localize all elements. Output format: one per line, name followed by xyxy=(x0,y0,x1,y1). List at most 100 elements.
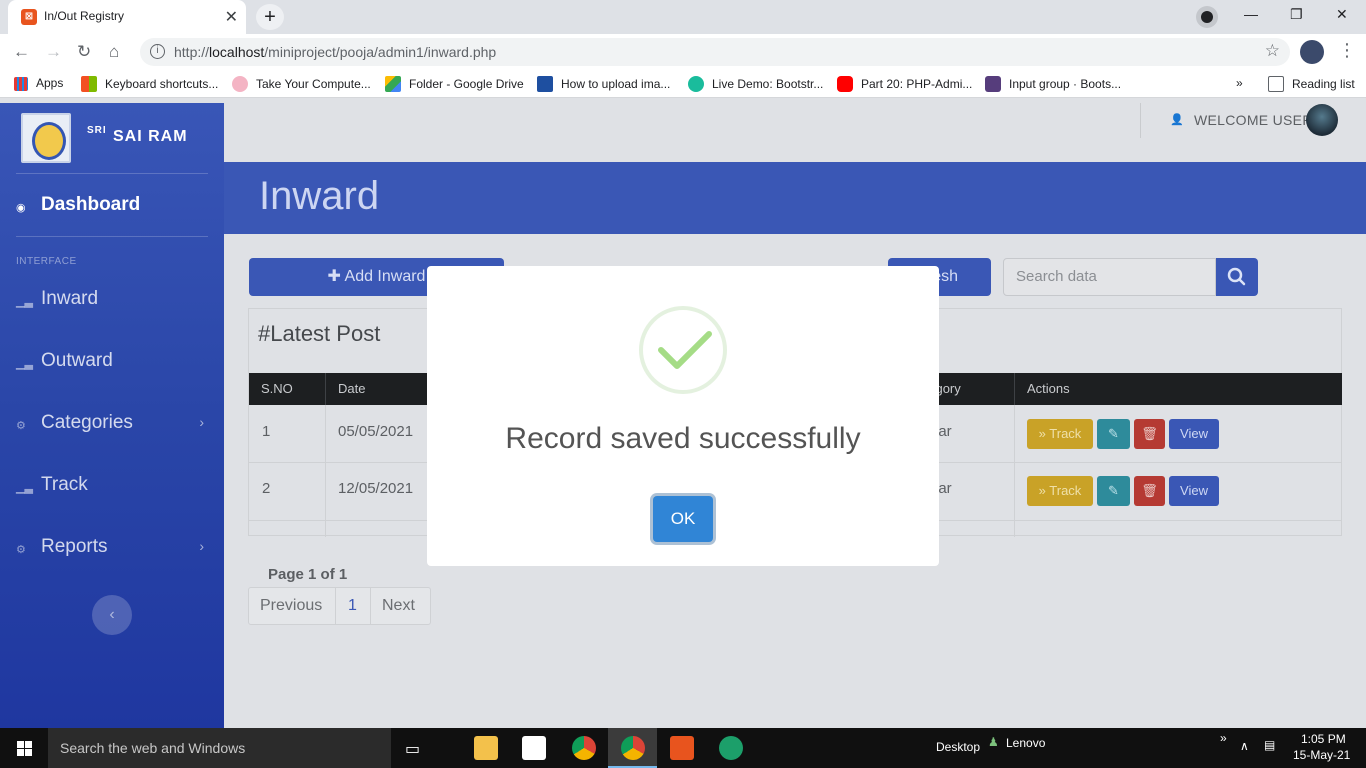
ok-button[interactable]: OK xyxy=(653,496,713,542)
track-button[interactable]: » Track xyxy=(1027,476,1093,506)
reading-list-button[interactable]: Reading list xyxy=(1268,76,1355,92)
new-tab-button[interactable]: + xyxy=(256,4,284,30)
view-button[interactable]: View xyxy=(1169,476,1219,506)
bootstrap-icon xyxy=(985,76,1001,92)
atom-icon[interactable] xyxy=(719,736,743,760)
close-window-icon[interactable]: ✕ xyxy=(1336,6,1348,23)
browser-tab[interactable]: ⊠ In/Out Registry ✕ xyxy=(8,0,246,34)
delete-button[interactable]: 🗑 xyxy=(1134,419,1165,449)
network-icon[interactable]: ▤ xyxy=(1264,738,1275,752)
clock-time[interactable]: 1:05 PM xyxy=(1301,732,1346,746)
show-hidden-icons[interactable]: ∧ xyxy=(1240,739,1249,753)
sidebar-item-reports[interactable]: ⚙ Reports › xyxy=(16,533,208,563)
dialog-title: Record saved successfully xyxy=(505,422,861,455)
edit-button[interactable]: ✎ xyxy=(1097,419,1130,449)
bookmark-how-to-upload[interactable]: How to upload ima... xyxy=(537,76,670,92)
edit-icon: ✎ xyxy=(1108,426,1119,441)
edit-button[interactable]: ✎ xyxy=(1097,476,1130,506)
chevron-right-icon: › xyxy=(199,538,204,554)
minimize-icon[interactable]: — xyxy=(1244,6,1258,22)
bookmark-google-drive[interactable]: Folder - Google Drive xyxy=(385,76,524,92)
double-chevron-icon: » xyxy=(1038,483,1050,498)
chrome-icon[interactable] xyxy=(572,736,596,760)
xampp-icon[interactable] xyxy=(670,736,694,760)
profile-avatar[interactable] xyxy=(1300,40,1324,64)
bookmark-input-group[interactable]: Input group · Boots... xyxy=(985,76,1121,92)
bookmark-apps[interactable]: Apps xyxy=(14,76,63,91)
bookmark-part-20[interactable]: Part 20: PHP-Admi... xyxy=(837,76,972,92)
college-logo xyxy=(21,113,71,163)
desktop-toolbar[interactable]: Desktop xyxy=(936,740,980,754)
close-tab-icon[interactable]: ✕ xyxy=(225,7,238,27)
windows-start-icon[interactable] xyxy=(17,741,32,756)
sidebar-item-inward[interactable]: ▁▃ Inward xyxy=(16,285,208,315)
column-separator xyxy=(1014,373,1015,405)
bookmark-star-icon[interactable]: ☆ xyxy=(1265,41,1280,61)
url-text: http://localhost/miniproject/pooja/admin… xyxy=(174,44,497,60)
welcome-text[interactable]: WELCOME USER xyxy=(1194,112,1313,128)
more-bookmarks-icon[interactable]: » xyxy=(1236,76,1243,90)
pagination-page-1[interactable]: 1 xyxy=(348,597,357,615)
column-header-sno: S.NO xyxy=(261,381,293,396)
column-separator xyxy=(325,405,326,537)
bookmark-keyboard-shortcuts[interactable]: Keyboard shortcuts... xyxy=(81,76,218,92)
more-toolbars-icon[interactable]: » xyxy=(1220,731,1227,745)
track-button[interactable]: » Track xyxy=(1027,419,1093,449)
google-drive-icon xyxy=(385,76,401,92)
microsoft-icon xyxy=(81,76,97,92)
bookmark-take-your-computer[interactable]: Take Your Compute... xyxy=(232,76,371,92)
taskbar-search-box[interactable]: Search the web and Windows xyxy=(48,728,391,768)
user-icon: ♟ xyxy=(988,735,999,749)
cell-sno: 1 xyxy=(262,423,271,440)
more-menu-icon[interactable]: ⋮ xyxy=(1338,40,1356,61)
view-button[interactable]: View xyxy=(1169,419,1219,449)
sidebar: SRI SAI RAM ◉ Dashboard INTERFACE ▁▃ Inw… xyxy=(0,103,224,728)
search-input[interactable]: Search data xyxy=(1003,258,1216,296)
brand-name: SAI RAM xyxy=(113,128,188,145)
xampp-favicon-icon: ⊠ xyxy=(21,9,37,25)
restore-icon[interactable]: ❐ xyxy=(1290,6,1303,23)
double-chevron-icon: » xyxy=(1038,426,1050,441)
user-avatar[interactable] xyxy=(1306,104,1338,136)
file-explorer-icon[interactable] xyxy=(474,736,498,760)
address-bar[interactable]: i http://localhost/miniproject/pooja/adm… xyxy=(140,38,1290,66)
page-indicator: Page 1 of 1 xyxy=(268,566,348,583)
chrome-icon[interactable] xyxy=(621,736,645,760)
checkmark-icon xyxy=(658,331,712,369)
gear-icon: ⚙ xyxy=(16,420,26,432)
bookmark-site-icon xyxy=(688,76,704,92)
sidebar-item-categories[interactable]: ⚙ Categories › xyxy=(16,409,208,439)
sidebar-item-outward[interactable]: ▁▃ Outward xyxy=(16,347,208,377)
task-view-icon[interactable]: ▭ xyxy=(405,739,420,759)
forward-icon[interactable]: → xyxy=(45,42,62,62)
pagination-next[interactable]: Next xyxy=(382,597,415,615)
page-header: Inward xyxy=(224,162,1366,234)
site-info-icon[interactable]: i xyxy=(150,44,165,59)
back-icon[interactable]: ← xyxy=(13,42,30,62)
success-check-icon xyxy=(639,306,727,394)
delete-button[interactable]: 🗑 xyxy=(1134,476,1165,506)
success-dialog: Record saved successfully OK xyxy=(427,266,939,566)
sidebar-item-track[interactable]: ▁▃ Track xyxy=(16,471,208,501)
sidebar-collapse-button[interactable]: ‹ xyxy=(92,595,132,635)
apps-grid-icon xyxy=(14,77,28,91)
browser-toolbar: ← → ↻ ⌂ i http://localhost/miniproject/p… xyxy=(0,34,1366,70)
search-button[interactable] xyxy=(1216,258,1258,296)
reload-icon[interactable]: ↻ xyxy=(77,42,91,62)
page-title: Inward xyxy=(259,174,380,218)
column-header-actions: Actions xyxy=(1027,381,1070,396)
chart-icon: ▁▃ xyxy=(16,296,33,308)
cell-date: 12/05/2021 xyxy=(338,480,414,497)
bookmark-live-demo[interactable]: Live Demo: Bootstr... xyxy=(688,76,823,92)
sidebar-item-dashboard[interactable]: ◉ Dashboard xyxy=(16,191,208,221)
clock-date[interactable]: 15-May-21 xyxy=(1293,748,1350,762)
windows-taskbar: Search the web and Windows ▭ Desktop ♟ L… xyxy=(0,728,1366,768)
pagination-previous[interactable]: Previous xyxy=(260,597,322,615)
tab-search-icon[interactable] xyxy=(1196,6,1218,28)
plus-icon: ✚ xyxy=(327,268,345,285)
store-icon[interactable] xyxy=(522,736,546,760)
reading-list-icon xyxy=(1268,76,1284,92)
gear-icon: ⚙ xyxy=(16,544,26,556)
home-icon[interactable]: ⌂ xyxy=(109,42,119,62)
search-icon xyxy=(1227,267,1246,286)
